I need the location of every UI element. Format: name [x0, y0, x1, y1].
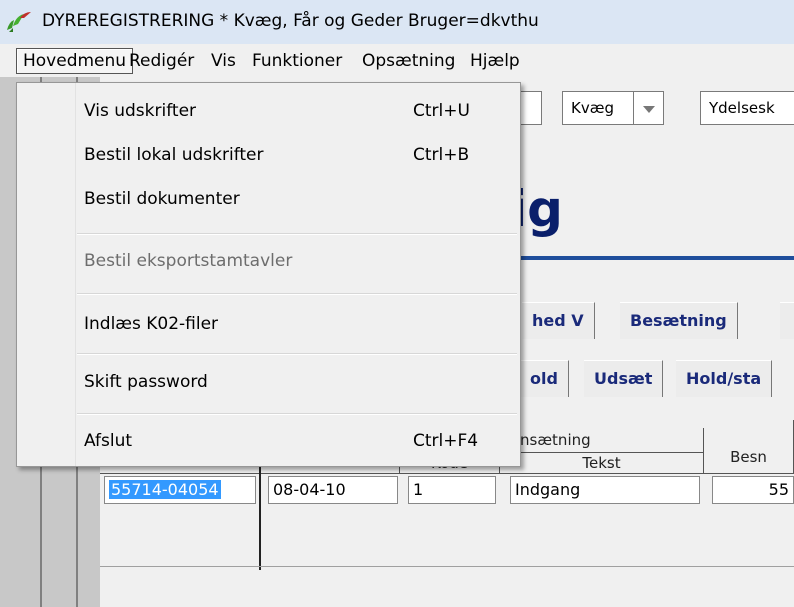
toolbar-field-left[interactable]: [520, 91, 542, 125]
window-title: DYREREGISTRERING * Kvæg, Får og Geder Br…: [42, 11, 539, 31]
menu-funktioner[interactable]: Funktioner: [246, 48, 348, 74]
cell-tekst[interactable]: Indgang: [510, 476, 700, 504]
ydelse-field[interactable]: Ydelsesk: [700, 91, 794, 125]
tab-next[interactable]: [780, 302, 794, 339]
menu-bar: Hovedmenu Redigér Vis Funktioner Opsætni…: [0, 44, 794, 77]
menu-item-vis-udskrifter[interactable]: Vis udskrifter Ctrl+U: [18, 95, 519, 131]
tab-label: hed V: [532, 311, 584, 330]
species-select[interactable]: Kvæg: [562, 91, 634, 125]
table-group-header: nsætning: [500, 428, 704, 453]
tab-udsaet[interactable]: Udsæt: [584, 360, 664, 397]
app-logo-icon: [7, 12, 31, 32]
title-bar: DYREREGISTRERING * Kvæg, Får og Geder Br…: [0, 0, 794, 44]
tab-hold[interactable]: old: [520, 360, 569, 397]
cell-kode[interactable]: 1: [408, 476, 496, 504]
menu-item-label: Indlæs K02-filer: [84, 314, 219, 334]
tab-hold-status[interactable]: Hold/sta: [676, 360, 773, 397]
menu-rediger[interactable]: Redigér: [123, 48, 200, 74]
menu-opsaetning[interactable]: Opsætning: [356, 48, 461, 74]
cell-animal-id-text: 55714-04054: [109, 480, 221, 499]
menu-item-shortcut: Ctrl+U: [413, 101, 470, 121]
menu-item-shortcut: Ctrl+B: [413, 145, 470, 165]
menu-separator: [77, 353, 517, 355]
menu-hjaelp[interactable]: Hjælp: [464, 48, 526, 74]
menu-vis[interactable]: Vis: [205, 48, 242, 74]
menu-item-label: Skift password: [84, 372, 208, 392]
menu-item-label: Vis udskrifter: [84, 101, 197, 121]
menu-item-label: Afslut: [84, 431, 133, 451]
cell-date[interactable]: 08-04-10: [268, 476, 398, 504]
tab-sundhed[interactable]: hed V: [522, 302, 595, 339]
row-divider: [100, 566, 794, 567]
menu-item-bestil-eksportstamtavler: Bestil eksportstamtavler: [18, 245, 519, 281]
cell-animal-id[interactable]: 55714-04054: [104, 476, 256, 504]
menu-item-afslut[interactable]: Afslut Ctrl+F4: [18, 425, 519, 461]
hovedmenu-dropdown: Vis udskrifter Ctrl+U Bestil lokal udskr…: [16, 82, 521, 467]
menu-item-indlaes-k02-filer[interactable]: Indlæs K02-filer: [18, 308, 519, 344]
menu-hovedmenu[interactable]: Hovedmenu: [16, 48, 134, 74]
menu-item-shortcut: Ctrl+F4: [413, 431, 479, 451]
cell-besn[interactable]: 55: [712, 476, 794, 504]
tab-label: Besætning: [630, 311, 727, 330]
title-underline: [510, 256, 794, 260]
menu-item-label: Bestil lokal udskrifter: [84, 145, 264, 165]
menu-item-label: Bestil dokumenter: [84, 189, 240, 209]
menu-item-skift-password[interactable]: Skift password: [18, 366, 519, 402]
menu-item-label: Bestil eksportstamtavler: [84, 251, 293, 271]
chevron-down-icon[interactable]: [634, 91, 664, 125]
table-header-besn: Besn: [704, 420, 794, 474]
menu-item-bestil-lokal-udskrifter[interactable]: Bestil lokal udskrifter Ctrl+B: [18, 139, 519, 175]
tab-label: old: [530, 369, 558, 388]
tab-label: Hold/sta: [686, 369, 762, 388]
tab-besaetning[interactable]: Besætning: [620, 302, 738, 339]
table-header-tekst: Tekst: [500, 453, 704, 474]
menu-separator: [77, 413, 517, 415]
menu-item-bestil-dokumenter[interactable]: Bestil dokumenter: [18, 183, 519, 219]
tab-label: Udsæt: [594, 369, 653, 388]
menu-separator: [77, 233, 517, 235]
menu-separator: [77, 293, 517, 295]
